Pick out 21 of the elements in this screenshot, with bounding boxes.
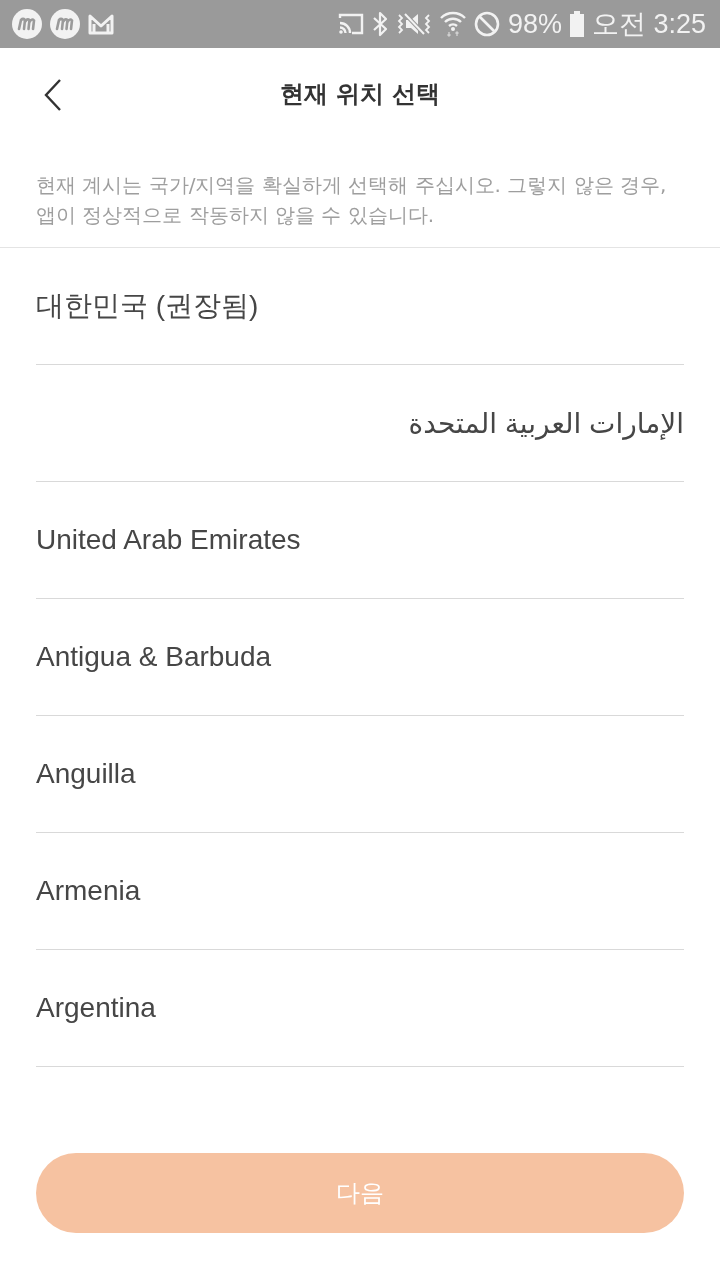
description-text: 현재 계시는 국가/지역을 확실하게 선택해 주십시오. 그렇지 않은 경우, 앱이 정상적으로 작동하지 않을 수 있습니다. — [0, 140, 720, 248]
wifi-icon — [439, 11, 466, 37]
mail-icon — [88, 13, 114, 35]
clock-time: 오전 3:25 — [591, 8, 706, 41]
country-item[interactable]: Anguilla — [36, 716, 684, 833]
battery-percentage: 98% — [507, 8, 562, 40]
country-item[interactable]: الإمارات العربية المتحدة — [36, 365, 684, 482]
app-logo-icon — [12, 9, 42, 39]
app-logo-icon — [50, 9, 80, 39]
back-icon — [44, 79, 62, 111]
country-item[interactable]: Armenia — [36, 833, 684, 950]
country-item[interactable]: Antigua & Barbuda — [36, 599, 684, 716]
bluetooth-icon — [371, 11, 388, 37]
page-title: 현재 위치 선택 — [279, 79, 441, 110]
battery-icon — [569, 11, 584, 37]
country-item[interactable]: Argentina — [36, 950, 684, 1067]
do-not-disturb-icon — [473, 11, 500, 37]
cast-icon — [337, 13, 364, 35]
country-item[interactable]: United Arab Emirates — [36, 482, 684, 599]
country-item[interactable]: 대한민국 (권장됨) — [36, 248, 684, 365]
vibrate-mute-icon — [395, 11, 432, 37]
